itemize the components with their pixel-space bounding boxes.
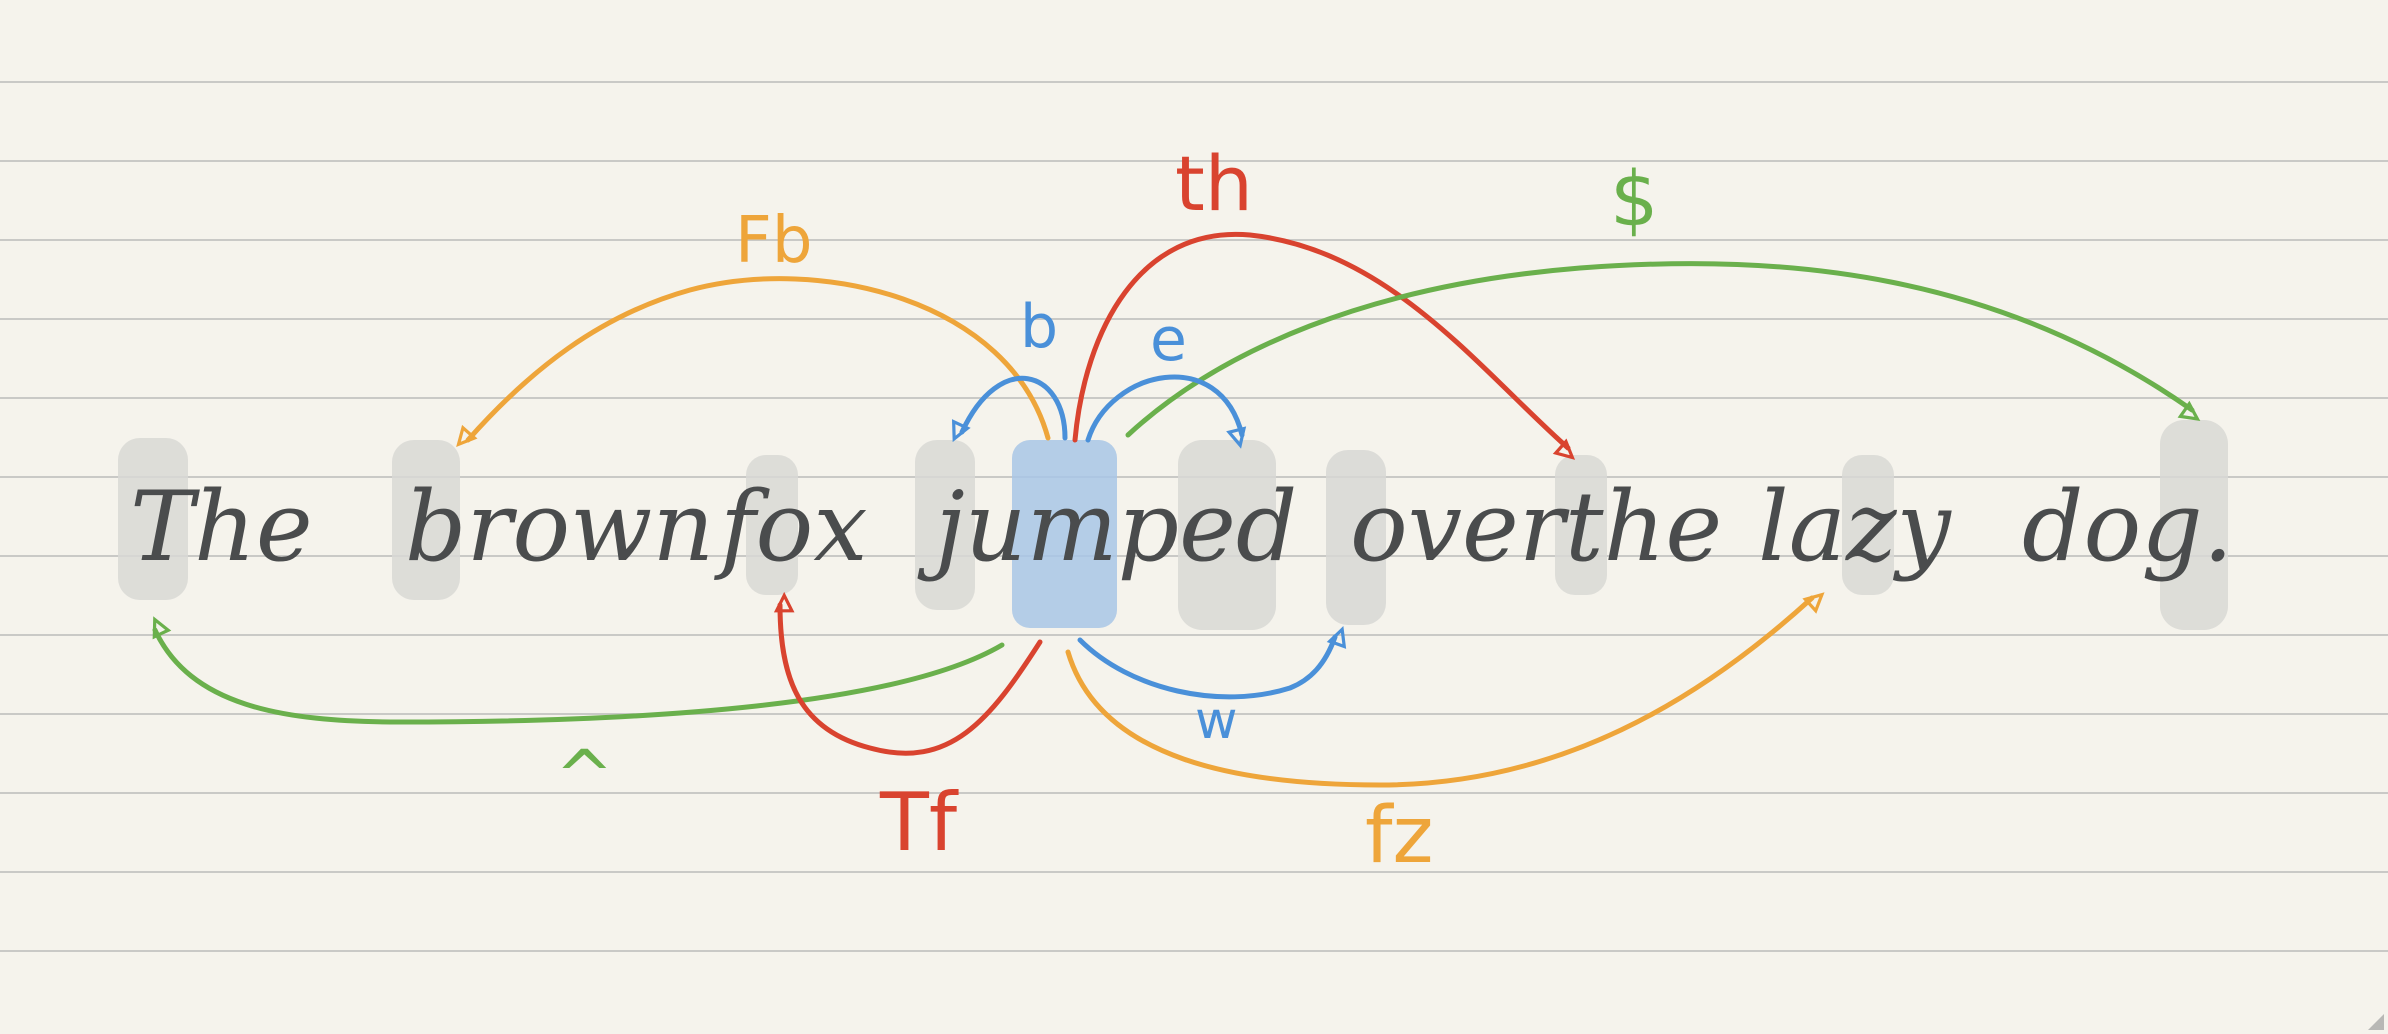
- label-fz: fz: [1365, 791, 1433, 881]
- arc-e: [1085, 374, 1247, 449]
- arc-caret: [152, 616, 1005, 725]
- word-fox: fox: [714, 471, 867, 583]
- arc-Fb: [456, 276, 1051, 448]
- label-w: w: [1195, 691, 1238, 751]
- label-Tf: Tf: [879, 776, 959, 869]
- arc-w: [1077, 626, 1347, 700]
- label-Fb: Fb: [735, 204, 812, 278]
- label-th: th: [1175, 139, 1253, 228]
- word-the: The: [130, 471, 313, 583]
- word-jumped: jumped: [917, 471, 1297, 583]
- arc-dollar: [1125, 261, 2201, 438]
- word-the-second: the: [1565, 471, 1722, 583]
- word-over: over: [1350, 471, 1570, 583]
- resize-corner-icon[interactable]: [2368, 1014, 2384, 1030]
- label-e: e: [1150, 305, 1187, 375]
- label-b: b: [1020, 292, 1058, 362]
- word-dog: dog.: [2022, 471, 2233, 583]
- label-caret: ^: [555, 735, 614, 817]
- word-brown: brown: [405, 471, 714, 583]
- word-lazy: lazy: [1758, 471, 1953, 583]
- label-dollar: $: [1610, 154, 1658, 243]
- sentence: The brown fox jumped over the lazy dog.: [130, 471, 2233, 583]
- arc-b: [951, 375, 1068, 443]
- notebook-canvas: The brown fox jumped over the lazy dog. …: [0, 81, 2388, 1030]
